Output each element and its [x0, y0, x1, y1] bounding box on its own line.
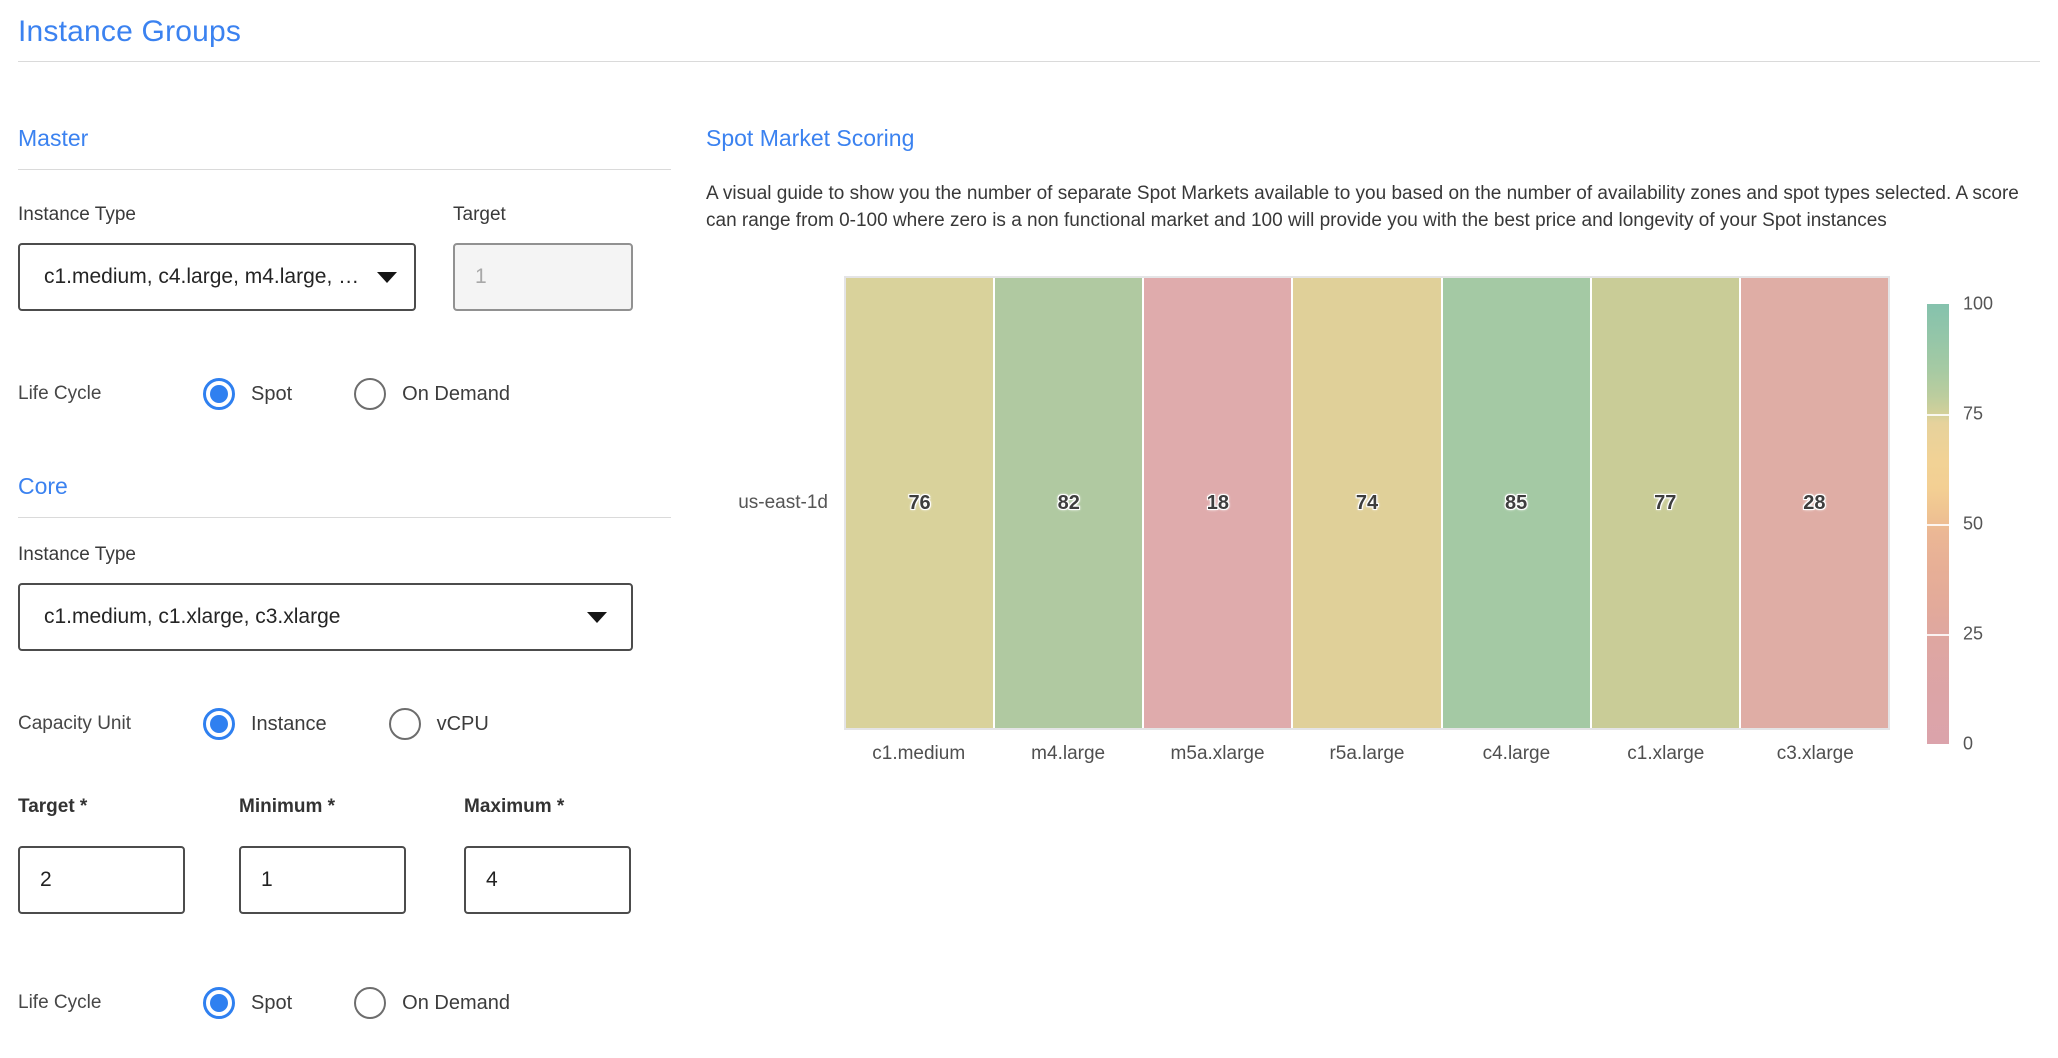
- master-target-label: Target: [453, 204, 633, 226]
- core-minimum-input[interactable]: [239, 846, 406, 914]
- spot-market-scoring-panel: Spot Market Scoring A visual guide to sh…: [706, 62, 2046, 765]
- radio-selected-icon[interactable]: [203, 708, 235, 740]
- master-heading: Master: [18, 124, 671, 152]
- master-target-field: Target: [453, 204, 633, 311]
- master-instance-type-value: c1.medium, c4.large, m4.large, …: [44, 265, 359, 289]
- core-minimum-label: Minimum *: [239, 796, 406, 818]
- core-capacity-unit-label: Capacity Unit: [18, 713, 203, 735]
- core-instance-type-value: c1.medium, c1.xlarge, c3.xlarge: [44, 605, 340, 629]
- radio-unselected-icon[interactable]: [354, 987, 386, 1019]
- heatmap-cell: 76: [846, 278, 993, 728]
- instance-groups-form: Master Instance Type c1.medium, c4.large…: [18, 62, 671, 1019]
- heatmap-cell-value: 74: [1356, 492, 1378, 515]
- core-section: Core Instance Type c1.medium, c1.xlarge,…: [18, 472, 671, 1019]
- radio-unselected-icon[interactable]: [354, 378, 386, 410]
- heatmap-cell: 82: [995, 278, 1142, 728]
- chevron-down-icon: [587, 612, 607, 623]
- spot-market-heatmap: us-east-1d 76 82 18 74 85 77 28 c1.mediu…: [706, 276, 2046, 765]
- heatmap-cell-value: 77: [1654, 492, 1676, 515]
- core-maximum-input[interactable]: [464, 846, 631, 914]
- core-target-input[interactable]: [18, 846, 185, 914]
- core-lifecycle-option-spot[interactable]: Spot: [203, 987, 292, 1019]
- radio-unselected-icon[interactable]: [389, 708, 421, 740]
- radio-option-label: Instance: [251, 713, 327, 736]
- core-instance-type-label: Instance Type: [18, 544, 671, 566]
- colorbar-scale: 100 75 50 25 0: [1963, 304, 2023, 744]
- master-divider: [18, 169, 671, 170]
- heatmap-column-label: r5a.large: [1292, 743, 1441, 765]
- heatmap-cell: 74: [1293, 278, 1440, 728]
- master-instance-type-label: Instance Type: [18, 204, 416, 226]
- instance-groups-page: Instance Groups Master Instance Type c1.…: [0, 0, 2058, 1019]
- radio-option-label: On Demand: [402, 383, 510, 406]
- heatmap-cell-value: 28: [1803, 492, 1825, 515]
- heatmap-cell-value: 76: [908, 492, 930, 515]
- heatmap-column-label: m5a.xlarge: [1143, 743, 1292, 765]
- radio-option-label: Spot: [251, 383, 292, 406]
- heatmap-cell: 28: [1741, 278, 1888, 728]
- scoring-heading: Spot Market Scoring: [706, 124, 2046, 152]
- heatmap-cell: 77: [1592, 278, 1739, 728]
- colorbar-separator: [1927, 414, 1949, 416]
- radio-option-label: On Demand: [402, 992, 510, 1015]
- master-lifecycle-option-on-demand[interactable]: On Demand: [354, 378, 510, 410]
- heatmap-column-label: m4.large: [993, 743, 1142, 765]
- master-section: Master Instance Type c1.medium, c4.large…: [18, 124, 671, 410]
- heatmap-grid: 76 82 18 74 85 77 28: [844, 276, 1890, 730]
- core-lifecycle-row: Life Cycle Spot On Demand: [18, 987, 671, 1019]
- master-lifecycle-label: Life Cycle: [18, 383, 203, 405]
- heatmap-cell: 85: [1443, 278, 1590, 728]
- heatmap-cell-value: 85: [1505, 492, 1527, 515]
- core-capacity-unit-row: Capacity Unit Instance vCPU: [18, 708, 671, 740]
- heatmap-column-label: c3.xlarge: [1741, 743, 1890, 765]
- heatmap-cell-value: 18: [1207, 492, 1229, 515]
- chevron-down-icon: [377, 272, 397, 283]
- page-title: Instance Groups: [18, 14, 2040, 50]
- scoring-description: A visual guide to show you the number of…: [706, 180, 2041, 234]
- core-target-field: Target *: [18, 796, 185, 914]
- core-maximum-field: Maximum *: [464, 796, 631, 914]
- core-heading: Core: [18, 472, 671, 500]
- colorbar-gradient: [1927, 304, 1949, 744]
- heatmap-colorbar: 100 75 50 25 0: [1927, 304, 1949, 765]
- master-lifecycle-row: Life Cycle Spot On Demand: [18, 378, 671, 410]
- colorbar-tick: 100: [1963, 294, 1993, 315]
- heatmap-x-axis: c1.medium m4.large m5a.xlarge r5a.large …: [844, 743, 1890, 765]
- core-capacity-option-vcpu[interactable]: vCPU: [389, 708, 489, 740]
- colorbar-separator: [1927, 524, 1949, 526]
- core-maximum-label: Maximum *: [464, 796, 631, 818]
- heatmap-column-label: c1.xlarge: [1591, 743, 1740, 765]
- core-minimum-field: Minimum *: [239, 796, 406, 914]
- heatmap-column-label: c1.medium: [844, 743, 993, 765]
- colorbar-tick: 50: [1963, 514, 1983, 535]
- core-divider: [18, 517, 671, 518]
- colorbar-tick: 25: [1963, 624, 1983, 645]
- core-instance-type-dropdown[interactable]: c1.medium, c1.xlarge, c3.xlarge: [18, 583, 633, 651]
- heatmap-cell-value: 82: [1058, 492, 1080, 515]
- master-lifecycle-option-spot[interactable]: Spot: [203, 378, 292, 410]
- core-capacity-option-instance[interactable]: Instance: [203, 708, 327, 740]
- heatmap-cell: 18: [1144, 278, 1291, 728]
- radio-selected-icon[interactable]: [203, 378, 235, 410]
- heatmap-column-label: c4.large: [1442, 743, 1591, 765]
- heatmap-row-label: us-east-1d: [706, 276, 844, 730]
- core-lifecycle-label: Life Cycle: [18, 992, 203, 1014]
- colorbar-separator: [1927, 634, 1949, 636]
- colorbar-tick: 75: [1963, 404, 1983, 425]
- master-target-input: [453, 243, 633, 311]
- radio-selected-icon[interactable]: [203, 987, 235, 1019]
- radio-option-label: vCPU: [437, 713, 489, 736]
- core-target-label: Target *: [18, 796, 185, 818]
- colorbar-tick: 0: [1963, 734, 1973, 755]
- master-instance-type-field: Instance Type c1.medium, c4.large, m4.la…: [18, 204, 416, 311]
- radio-option-label: Spot: [251, 992, 292, 1015]
- core-lifecycle-option-on-demand[interactable]: On Demand: [354, 987, 510, 1019]
- master-instance-type-dropdown[interactable]: c1.medium, c4.large, m4.large, …: [18, 243, 416, 311]
